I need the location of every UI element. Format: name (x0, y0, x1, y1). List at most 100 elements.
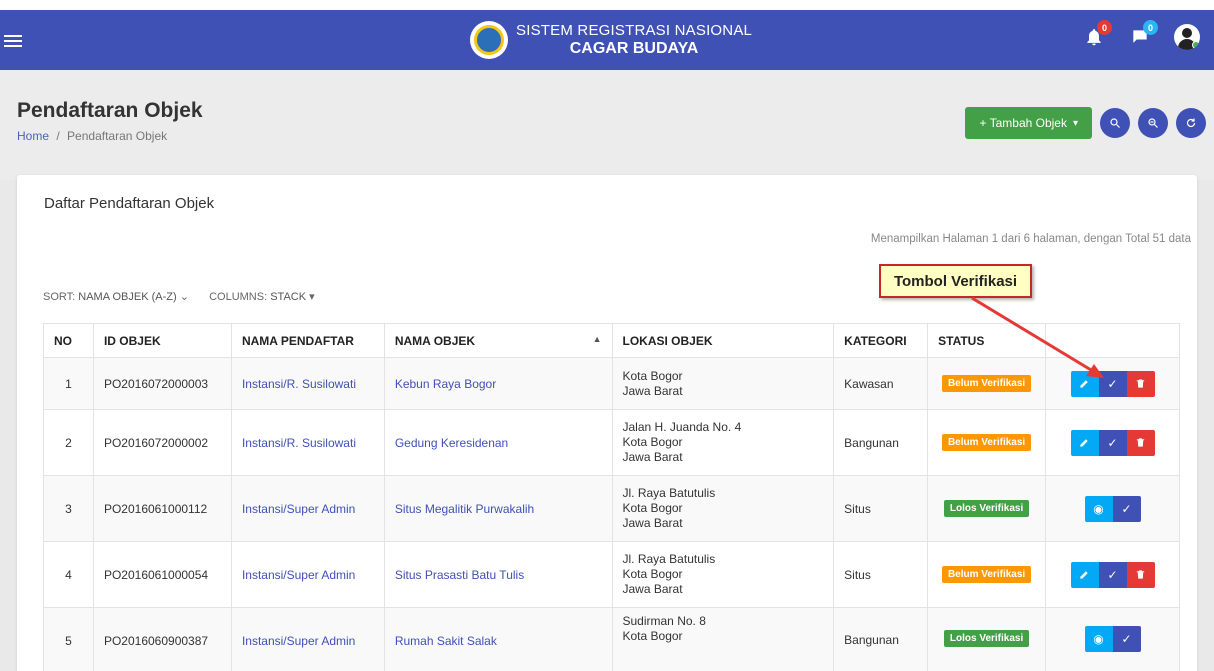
cell-pendaftar: Instansi/Super Admin (230, 541, 385, 608)
cell-id: PO2016072000002 (92, 409, 232, 476)
cell-status: Belum Verifikasi (927, 541, 1047, 608)
cell-kategori: Situs (833, 541, 929, 608)
eye-icon: ◉ (1093, 632, 1104, 646)
lokasi-line: Jawa Barat (622, 516, 683, 530)
chevron-down-icon: ▾ (309, 291, 315, 303)
add-object-label: + Tambah Objek (979, 116, 1067, 130)
avatar[interactable] (1174, 24, 1200, 50)
messages-button[interactable]: 0 (1128, 20, 1158, 50)
refresh-button[interactable] (1176, 108, 1206, 138)
cell-no: 2 (43, 409, 94, 476)
cell-kategori: Situs (833, 475, 929, 542)
cell-id: PO2016061000054 (92, 541, 232, 608)
lokasi-line: Kota Bogor (622, 629, 683, 643)
card-title: Daftar Pendaftaran Objek (44, 195, 215, 212)
refresh-icon (1186, 118, 1196, 128)
edit-button[interactable] (1070, 370, 1099, 397)
chevron-down-icon: ▾ (1072, 117, 1078, 129)
cell-pendaftar: Instansi/Super Admin (230, 607, 385, 671)
cell-lokasi: Kota Bogor Jawa Barat (611, 357, 835, 410)
add-object-button[interactable]: + Tambah Objek ▾ (965, 107, 1092, 139)
columns-dropdown[interactable]: STACK ▾ (270, 291, 314, 303)
pendaftar-link[interactable]: Instansi/R. Susilowati (242, 436, 356, 450)
pendaftar-link[interactable]: Instansi/Super Admin (242, 568, 355, 582)
objek-link[interactable]: Rumah Sakit Salak (395, 634, 497, 648)
view-button[interactable]: ◉ (1084, 626, 1113, 652)
col-header-status[interactable]: STATUS (927, 323, 1047, 358)
lokasi-line: Kota Bogor (622, 501, 683, 515)
app-title-line2: CAGAR BUDAYA (569, 40, 699, 57)
pendaftar-link[interactable]: Instansi/R. Susilowati (242, 377, 356, 391)
cell-lokasi: Jalan H. Juanda No. 4 Kota Bogor Jawa Bara… (611, 409, 835, 476)
advanced-search-icon (1148, 118, 1158, 128)
verify-button[interactable]: ✓ (1098, 561, 1127, 588)
online-status-dot (1192, 41, 1200, 49)
cell-no: 3 (43, 475, 94, 542)
col-header-no[interactable]: NO (43, 323, 94, 358)
col-header-lokasi[interactable]: LOKASI OBJEK (611, 323, 835, 358)
cell-pendaftar: Instansi/R. Susilowati (230, 409, 385, 476)
view-button[interactable]: ◉ (1084, 495, 1113, 522)
table-row: 5 PO2016060900387 Instansi/Super Admin R… (43, 607, 1180, 671)
cell-objek: Rumah Sakit Salak (383, 607, 613, 671)
sort-dropdown[interactable]: NAMA OBJEK (A-Z) ⌄ (78, 291, 192, 303)
cell-id: PO2016060900387 (92, 607, 232, 671)
breadcrumb-separator: / (56, 129, 60, 143)
col-header-objek[interactable]: NAMA OBJEK ▲ (383, 323, 613, 358)
row-action-group: ◉ ✓ (1084, 495, 1141, 522)
check-icon: ✓ (1107, 435, 1118, 450)
app-title-line1: SISTEM REGISTRASI NASIONAL (516, 22, 753, 39)
pendaftar-link[interactable]: Instansi/Super Admin (242, 502, 355, 516)
verify-button[interactable]: ✓ (1112, 495, 1141, 522)
lokasi-line: Kota Bogor (622, 567, 683, 581)
cell-lokasi: Jl. Raya Batutulis Kota Bogor Jawa Barat (611, 541, 835, 608)
objek-link[interactable]: Situs Megalitik Purwakalih (395, 502, 534, 516)
sort-value: NAMA OBJEK (A-Z) (78, 291, 177, 303)
cagar-budaya-logo (470, 21, 508, 59)
breadcrumb-current: Pendaftaran Objek (67, 129, 168, 143)
cell-actions: ✓ (1045, 409, 1180, 476)
cell-objek: Situs Megalitik Purwakalih (383, 475, 613, 542)
objek-link[interactable]: Kebun Raya Bogor (395, 377, 496, 391)
col-header-kategori[interactable]: KATEGORI (833, 323, 929, 358)
sort-caret-icon: ▲ (592, 333, 602, 344)
delete-button[interactable] (1126, 429, 1155, 456)
table-row: 1 PO2016072000003 Instansi/R. Susilowati… (43, 357, 1180, 410)
col-header-id[interactable]: ID OBJEK (92, 323, 232, 358)
cell-actions: ◉ ✓ (1045, 607, 1180, 671)
search-button[interactable] (1100, 108, 1130, 138)
search-icon (1110, 118, 1120, 128)
delete-button[interactable] (1126, 561, 1155, 588)
cell-actions: ✓ (1045, 357, 1180, 410)
row-action-group: ◉ ✓ (1084, 626, 1141, 652)
top-navbar: SISTEM REGISTRASI NASIONAL CAGAR BUDAYA … (0, 10, 1214, 70)
lokasi-line: Jawa Barat (622, 450, 683, 464)
cell-lokasi: Jl. Raya Batutulis Kota Bogor Jawa Barat (611, 475, 835, 542)
sort-label: SORT: (43, 291, 76, 303)
verify-button[interactable]: ✓ (1098, 429, 1127, 456)
verify-button[interactable]: ✓ (1098, 370, 1127, 397)
edit-button[interactable] (1070, 561, 1099, 588)
notifications-button[interactable]: 0 (1082, 20, 1112, 50)
col-header-pendaftar[interactable]: NAMA PENDAFTAR (230, 323, 385, 358)
brand[interactable]: SISTEM REGISTRASI NASIONAL CAGAR BUDAYA (470, 20, 752, 60)
lokasi-line: Jl. Raya Batutulis (622, 486, 716, 500)
pendaftar-link[interactable]: Instansi/Super Admin (242, 634, 355, 648)
breadcrumb-home-link[interactable]: Home (17, 129, 49, 143)
lokasi-line: Kota Bogor (622, 435, 683, 449)
status-badge: Belum Verifikasi (941, 566, 1032, 583)
objek-link[interactable]: Situs Prasasti Batu Tulis (395, 568, 524, 582)
delete-button[interactable] (1126, 370, 1155, 397)
status-badge: Lolos Verifikasi (943, 500, 1030, 517)
cell-status: Lolos Verifikasi (927, 475, 1047, 542)
cell-lokasi: Sudirman No. 8 Kota Bogor (611, 607, 835, 671)
cell-pendaftar: Instansi/R. Susilowati (230, 357, 385, 410)
objek-link[interactable]: Gedung Keresidenan (395, 436, 508, 450)
menu-icon[interactable] (4, 32, 26, 50)
chevron-down-icon: ⌄ (179, 291, 189, 303)
advanced-search-button[interactable] (1138, 108, 1168, 138)
notification-badge: 0 (1097, 20, 1112, 35)
edit-button[interactable] (1070, 429, 1099, 456)
verify-button[interactable]: ✓ (1112, 626, 1141, 652)
cell-status: Belum Verifikasi (927, 357, 1047, 410)
